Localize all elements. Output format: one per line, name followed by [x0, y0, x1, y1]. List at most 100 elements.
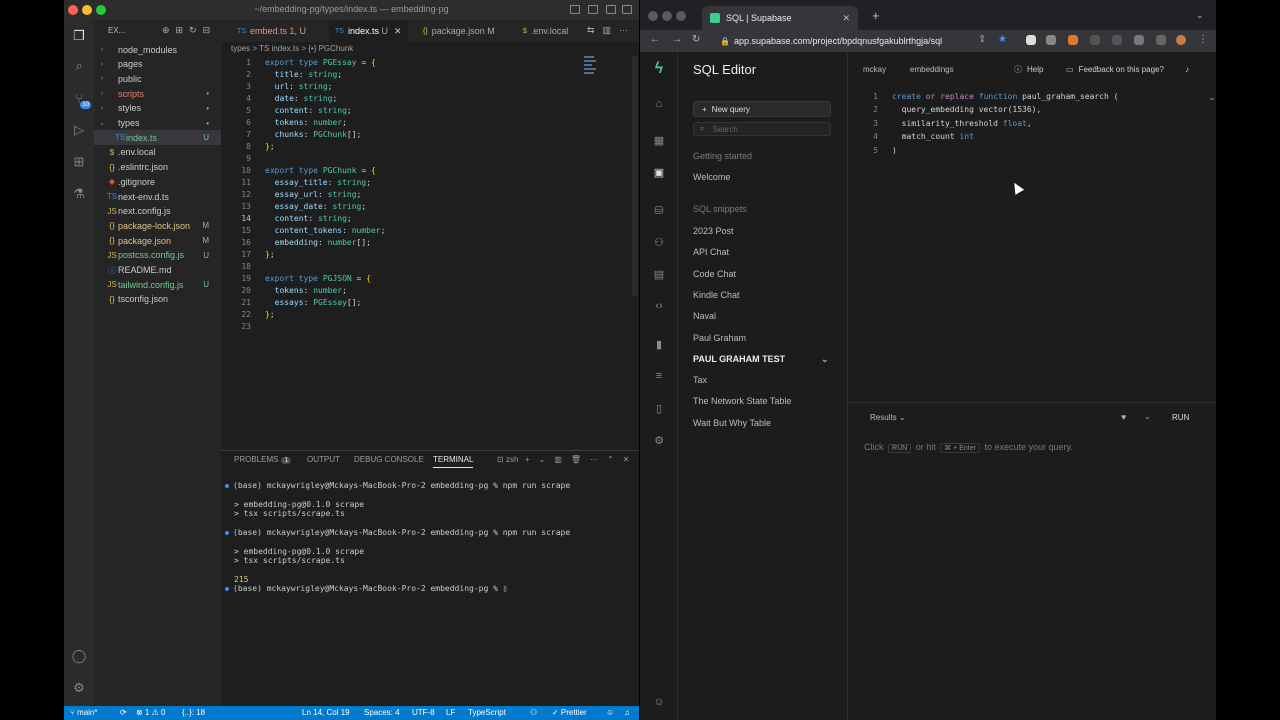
terminal-shell-selector[interactable]: ⊡ zsh: [497, 455, 518, 464]
notifications-icon[interactable]: ♫: [624, 708, 630, 717]
extension-icon[interactable]: [1046, 35, 1056, 45]
supabase-logo-icon[interactable]: ϟ: [650, 60, 668, 78]
file-tree-item[interactable]: TS index.ts U: [94, 130, 221, 146]
new-query-button[interactable]: + New query: [693, 101, 831, 117]
notion-extension-icon[interactable]: [1026, 35, 1036, 45]
file-tree-item[interactable]: {} tsconfig.json: [94, 292, 221, 307]
prettier-status[interactable]: ✓ Prettier: [552, 708, 587, 717]
help-button[interactable]: ⓘ Help: [1014, 62, 1043, 76]
git-branch-status[interactable]: ⑂ main*: [70, 708, 97, 717]
indentation-status[interactable]: Spaces: 4: [364, 708, 400, 717]
code-line[interactable]: content: string;: [265, 214, 352, 223]
reports-icon[interactable]: ▮: [652, 338, 666, 352]
forward-arrow-icon[interactable]: →: [672, 34, 682, 45]
minimize-window-button[interactable]: [662, 11, 672, 21]
file-tree-item[interactable]: JS next.config.js: [94, 204, 221, 219]
metamask-extension-icon[interactable]: [1068, 35, 1078, 45]
file-tree-item[interactable]: TS next-env.d.ts: [94, 189, 221, 204]
sql-line[interactable]: match_count int: [892, 132, 974, 141]
tab-search-chevron-icon[interactable]: ⌄: [1196, 10, 1204, 21]
file-tree-item[interactable]: ◆ .gitignore: [94, 174, 221, 189]
run-button[interactable]: RUN: [1172, 413, 1189, 422]
results-tab[interactable]: Results ⌄: [870, 413, 906, 422]
file-tree-item[interactable]: › scripts •: [94, 86, 221, 101]
tab-index-ts[interactable]: TS index.ts U ✕: [329, 20, 408, 42]
side-panel-icon[interactable]: [1156, 35, 1166, 45]
storage-icon[interactable]: ▤: [652, 268, 666, 282]
code-line[interactable]: content_tokens: number;: [265, 226, 386, 235]
code-line[interactable]: essay_date: string;: [265, 202, 367, 211]
snippet-item[interactable]: Paul Graham: [693, 333, 746, 343]
database-icon[interactable]: ⛁: [652, 204, 666, 218]
problems-status[interactable]: ⊗ 1 ⚠ 0: [136, 708, 165, 717]
snippet-item[interactable]: API Chat: [693, 247, 729, 257]
editor-scrollbar[interactable]: [1210, 98, 1214, 100]
new-tab-button[interactable]: +: [872, 8, 880, 23]
snippet-item[interactable]: Wait But Why Table: [693, 418, 771, 428]
code-line[interactable]: export type PGChunk = {: [265, 166, 376, 175]
file-tree-item[interactable]: › pages: [94, 57, 221, 72]
browser-menu-icon[interactable]: ⋮: [1198, 34, 1208, 45]
sql-editor-icon[interactable]: ▣: [652, 166, 666, 180]
code-line[interactable]: chunks: PGChunk[];: [265, 130, 362, 139]
file-tree-item[interactable]: ⌄ types •: [94, 116, 221, 131]
sql-code-editor[interactable]: 1 create or replace function paul_graham_…: [848, 88, 1216, 400]
file-tree-item[interactable]: › public: [94, 71, 221, 86]
code-line[interactable]: tokens: number;: [265, 118, 347, 127]
toggle-secondary-sidebar-icon[interactable]: [606, 5, 616, 14]
customize-layout-icon[interactable]: [622, 5, 632, 14]
toggle-sidebar-icon[interactable]: [570, 5, 580, 14]
snippet-item[interactable]: 2023 Post: [693, 226, 734, 236]
extension-icon[interactable]: [1090, 35, 1100, 45]
feedback-button[interactable]: ▭ Feedback on this page?: [1066, 62, 1164, 76]
code-line[interactable]: title: string;: [265, 70, 342, 79]
toggle-panel-icon[interactable]: [588, 5, 598, 14]
search-icon[interactable]: ⌕: [71, 58, 87, 74]
sql-line[interactable]: query_embedding vector(1536),: [892, 105, 1042, 114]
notifications-bell-icon[interactable]: ♪: [1185, 62, 1189, 76]
edge-functions-icon[interactable]: ‹›: [652, 300, 666, 314]
editor-actions-icons[interactable]: ⇆▥⋯: [587, 25, 636, 36]
code-line[interactable]: essay_url: string;: [265, 190, 362, 199]
encoding-status[interactable]: UTF-8: [412, 708, 435, 717]
cursor-position[interactable]: Ln 14, Col 19: [302, 708, 350, 717]
snippet-item[interactable]: Tax: [693, 375, 707, 385]
tab-package-json[interactable]: {} package.json M: [417, 20, 501, 42]
auth-users-icon[interactable]: ⚇: [652, 236, 666, 250]
file-tree-item[interactable]: $ .env.local: [94, 145, 221, 160]
address-bar[interactable]: 🔒 app.supabase.com/project/bpdqnusfgakub…: [718, 32, 1018, 50]
snippets-search-input[interactable]: ⌕ Search: [693, 122, 831, 136]
logs-icon[interactable]: ≡: [652, 370, 666, 384]
reload-icon[interactable]: ↻: [692, 34, 700, 45]
back-arrow-icon[interactable]: ←: [650, 34, 660, 45]
file-tree-item[interactable]: {} package.json M: [94, 233, 221, 248]
favorite-heart-icon[interactable]: ♥: [1121, 412, 1126, 422]
file-tree-item[interactable]: {} package-lock.json M: [94, 218, 221, 233]
minimap[interactable]: [584, 56, 598, 80]
sql-line[interactable]: create or replace function paul_graham_s…: [892, 92, 1118, 101]
file-tree-item[interactable]: JS tailwind.config.js U: [94, 277, 221, 292]
code-editor[interactable]: 1 export type PGEssay = {2 title: string;…: [221, 56, 639, 446]
close-tab-icon[interactable]: ✕: [394, 26, 402, 37]
breadcrumb[interactable]: types > TS index.ts > {•} PGChunk: [231, 44, 353, 53]
snippet-item[interactable]: The Network State Table: [693, 396, 791, 406]
code-line[interactable]: };: [265, 310, 275, 319]
close-tab-icon[interactable]: ✕: [842, 13, 850, 24]
code-line[interactable]: content: string;: [265, 106, 352, 115]
code-line[interactable]: export type PGEssay = {: [265, 58, 376, 67]
chevron-down-icon[interactable]: ⌄: [821, 354, 829, 365]
file-tree-item[interactable]: › node_modules: [94, 42, 221, 57]
nav-item-welcome[interactable]: Welcome: [693, 172, 730, 182]
home-icon[interactable]: ⌂: [652, 98, 666, 112]
file-tree-item[interactable]: JS postcss.config.js U: [94, 248, 221, 263]
close-window-button[interactable]: [648, 11, 658, 21]
share-icon[interactable]: ⇪: [978, 34, 986, 45]
extensions-icon[interactable]: ⊞: [71, 154, 87, 170]
explorer-icon[interactable]: ❐: [71, 28, 87, 44]
feedback-icon[interactable]: ☺: [606, 708, 614, 717]
sync-icon[interactable]: ⟳: [120, 708, 127, 717]
snippet-item[interactable]: Naval: [693, 311, 716, 321]
user-account-icon[interactable]: ☺: [652, 696, 666, 710]
terminal-actions-icons[interactable]: +⌄▥🗑⋯⌃✕: [525, 455, 639, 464]
code-line[interactable]: export type PGJSON = {: [265, 274, 371, 283]
